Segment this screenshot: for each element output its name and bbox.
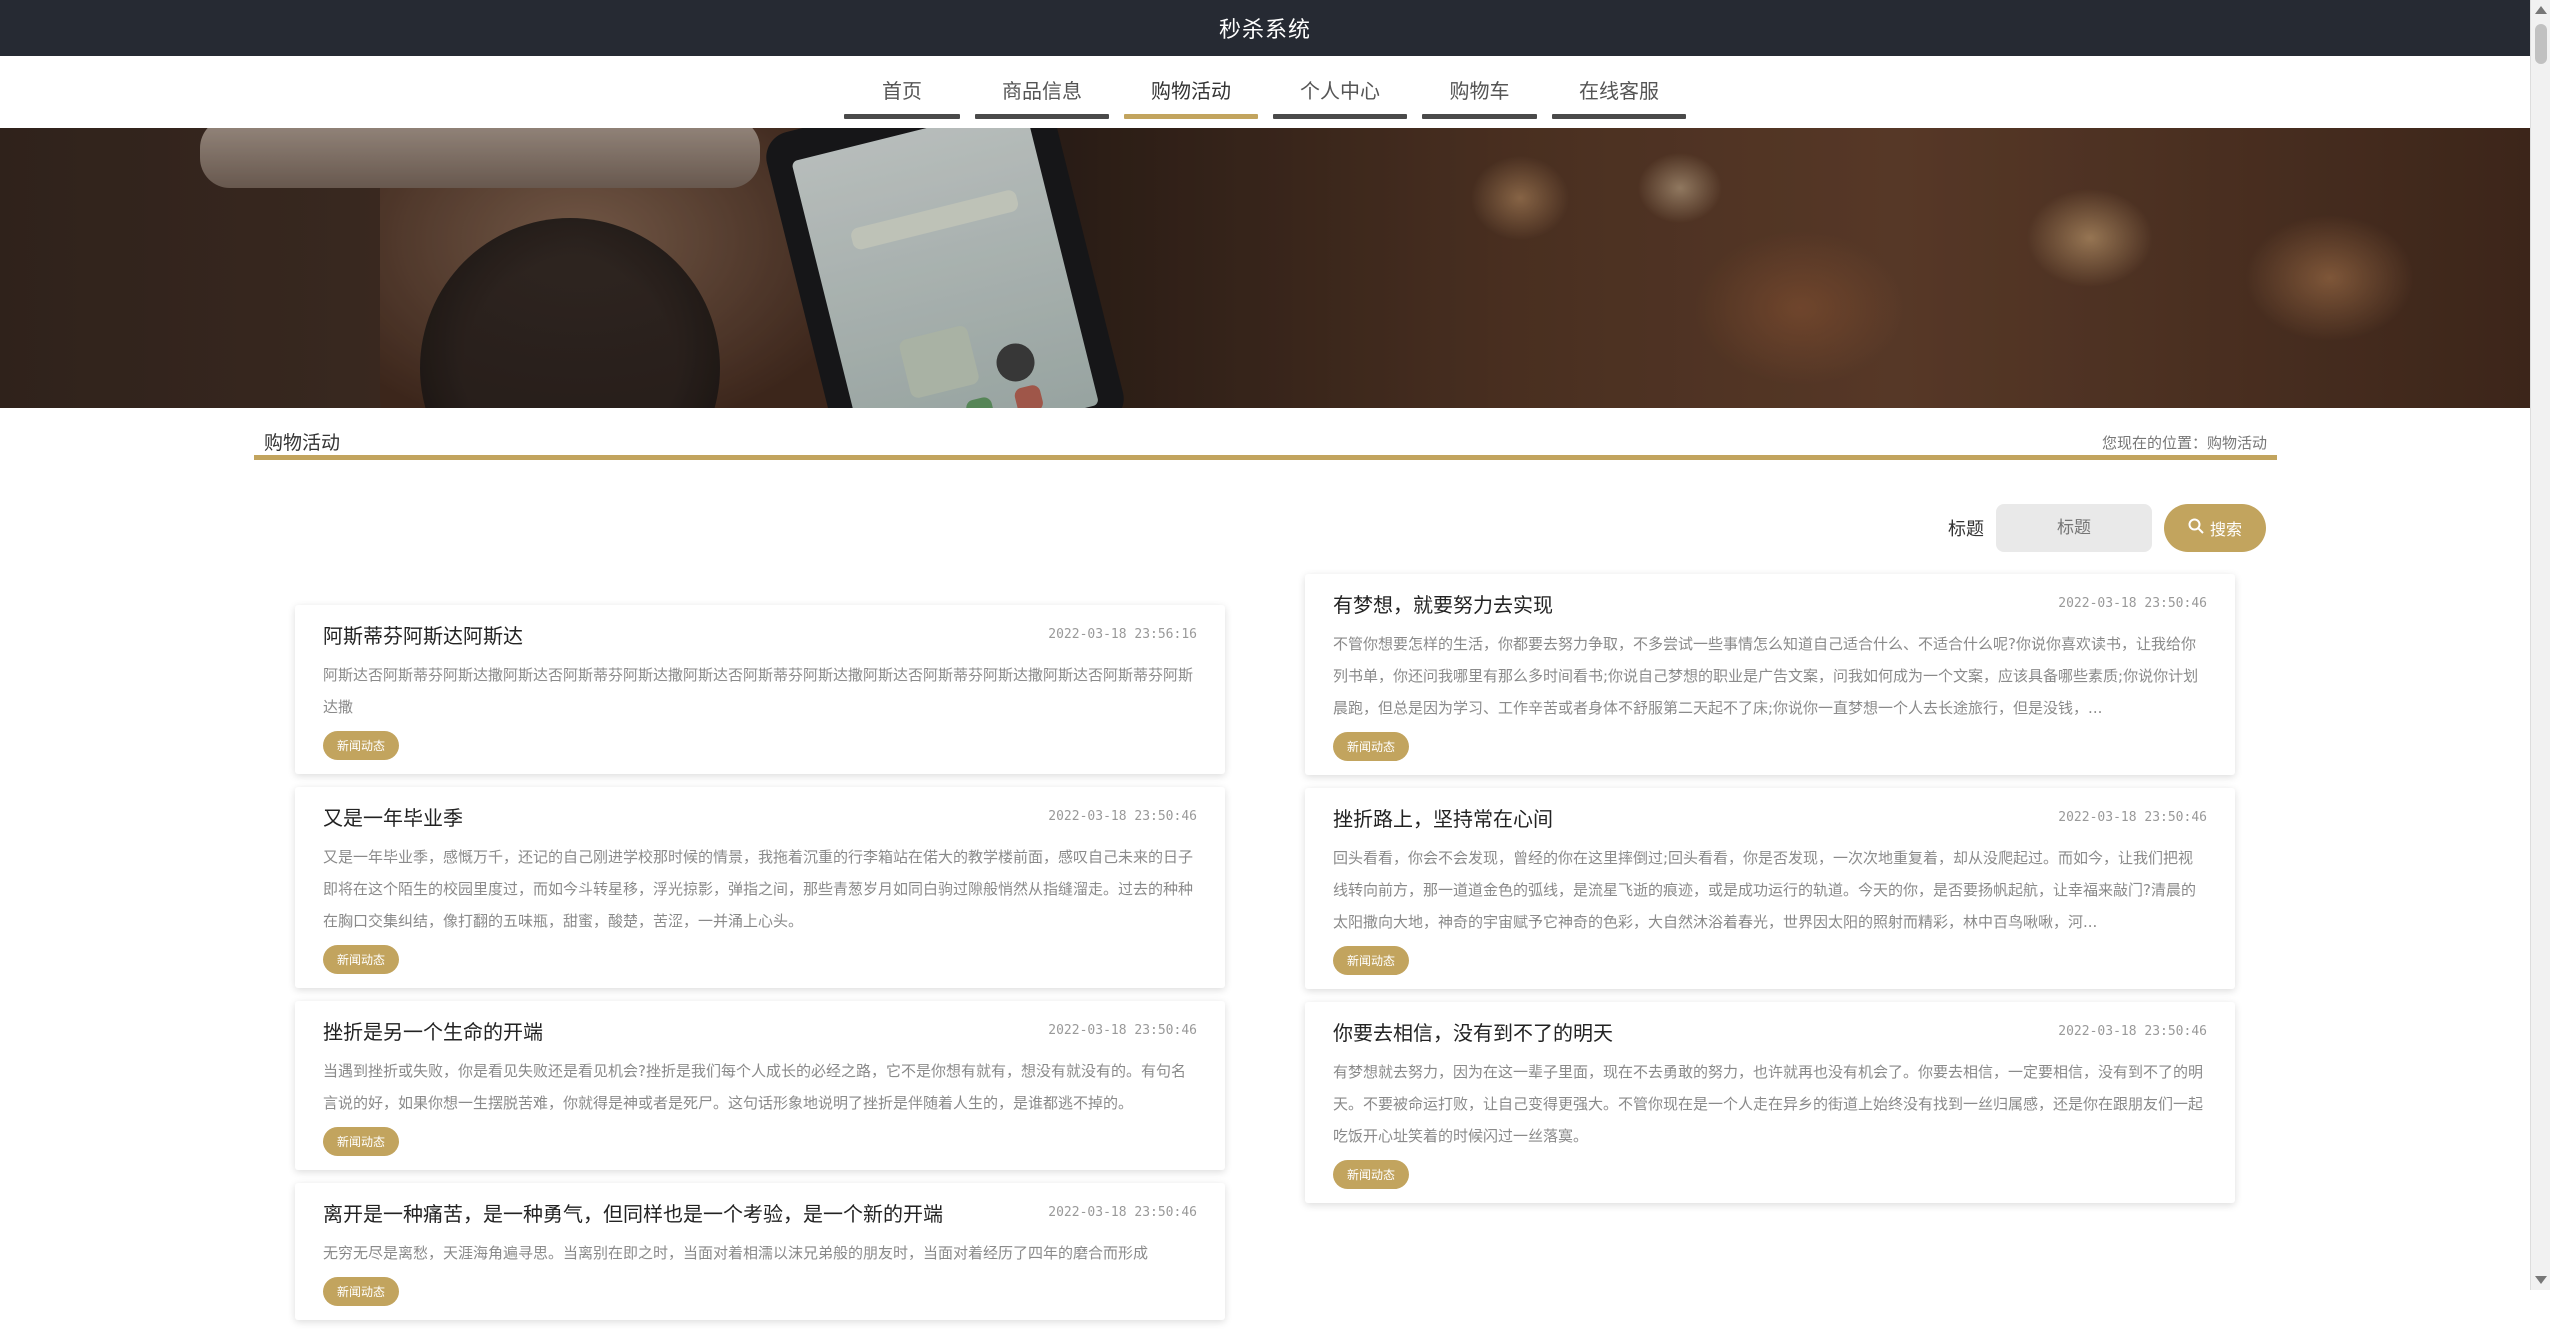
news-card[interactable]: 阿斯蒂芬阿斯达阿斯达 2022-03-18 23:56:16 阿斯达否阿斯蒂芬阿斯达…: [295, 605, 1225, 774]
scrollbar-thumb[interactable]: [2535, 24, 2547, 64]
search-label: 标题: [1948, 519, 1984, 540]
nav-item-5[interactable]: 在线客服: [1552, 56, 1686, 128]
nav-item-2[interactable]: 购物活动: [1124, 56, 1258, 128]
banner-overlay: [0, 128, 2530, 408]
hero-banner: [0, 128, 2530, 408]
search-button-label: 搜索: [2209, 522, 2242, 539]
news-summary: 不管你想要怎样的生活，你都要去努力争取，不多尝试一些事情怎么知道自己适合什么、不…: [1333, 635, 2199, 717]
news-card[interactable]: 又是一年毕业季 2022-03-18 23:50:46 又是一年毕业季，感慨万千，还…: [295, 787, 1225, 988]
search-bar: 标题 搜索: [1948, 504, 2266, 552]
section-header: 购物活动 您现在的位置：购物活动: [254, 420, 2277, 460]
news-summary: 又是一年毕业季，感慨万千，还记的自己刚进学校那时候的情景，我拖着沉重的行李箱站在…: [323, 848, 1194, 930]
category-tag[interactable]: 新闻动态: [1333, 946, 1410, 975]
news-card[interactable]: 挫折是另一个生命的开端 2022-03-18 23:50:46 当遇到挫折或失败，你…: [295, 1001, 1225, 1170]
scroll-up-icon[interactable]: [2535, 6, 2547, 14]
category-tag[interactable]: 新闻动态: [323, 945, 400, 974]
news-card[interactable]: 挫折路上，坚持常在心间 2022-03-18 23:50:46 回头看看，你会不会发…: [1305, 788, 2235, 989]
news-card[interactable]: 离开是一种痛苦，是一种勇气，但同样也是一个考验，是一个新的开端 2022-03-1…: [295, 1183, 1225, 1320]
news-summary: 阿斯达否阿斯蒂芬阿斯达撒阿斯达否阿斯蒂芬阿斯达撒阿斯达否阿斯蒂芬阿斯达撒阿斯达否…: [323, 666, 1194, 716]
search-button[interactable]: 搜索: [2164, 504, 2266, 552]
category-tag[interactable]: 新闻动态: [323, 1127, 400, 1156]
news-summary: 当遇到挫折或失败，你是看见失败还是看见机会?挫折是我们每个人成长的必经之路，它不…: [323, 1062, 1186, 1112]
category-tag[interactable]: 新闻动态: [1333, 732, 1410, 761]
section-underline: [254, 455, 2277, 460]
news-time: 2022-03-18 23:50:46: [2058, 810, 2207, 825]
nav-item-1[interactable]: 商品信息: [975, 56, 1109, 128]
top-header: 秒杀系统: [0, 0, 2530, 56]
nav-item-0[interactable]: 首页: [844, 56, 960, 128]
category-tag[interactable]: 新闻动态: [323, 731, 400, 760]
page-scrollbar[interactable]: [2530, 0, 2550, 1290]
news-time: 2022-03-18 23:50:46: [1048, 809, 1197, 824]
search-input[interactable]: [1996, 504, 2152, 552]
news-summary: 有梦想就去努力，因为在这一辈子里面，现在不去勇敢的努力，也许就再也没有机会了。你…: [1333, 1063, 2204, 1145]
news-card[interactable]: 你要去相信，没有到不了的明天 2022-03-18 23:50:46 有梦想就去努力…: [1305, 1002, 2235, 1203]
section-title: 购物活动: [264, 432, 341, 454]
news-summary: 无穷无尽是离愁，天涯海角遍寻思。当离别在即之时，当面对着相濡以沫兄弟般的朋友时，…: [323, 1244, 1149, 1262]
news-time: 2022-03-18 23:50:46: [2058, 596, 2207, 611]
news-time: 2022-03-18 23:50:46: [1048, 1023, 1197, 1038]
search-icon: [2188, 518, 2204, 539]
scroll-down-icon[interactable]: [2535, 1276, 2547, 1284]
news-card[interactable]: 有梦想，就要努力去实现 2022-03-18 23:50:46 不管你想要怎样的生活…: [1305, 574, 2235, 775]
news-time: 2022-03-18 23:56:16: [1048, 627, 1197, 642]
main-nav: 首页 商品信息 购物活动 个人中心 购物车 在线客服: [0, 56, 2530, 128]
news-summary: 回头看看，你会不会发现，曾经的你在这里摔倒过;回头看看，你是否发现，一次次地重复…: [1333, 849, 2196, 931]
news-time: 2022-03-18 23:50:46: [1048, 1205, 1197, 1220]
breadcrumb: 您现在的位置：购物活动: [2101, 434, 2267, 452]
news-time: 2022-03-18 23:50:46: [2058, 1024, 2207, 1039]
category-tag[interactable]: 新闻动态: [1333, 1160, 1410, 1189]
nav-item-3[interactable]: 个人中心: [1273, 56, 1407, 128]
category-tag[interactable]: 新闻动态: [323, 1277, 400, 1306]
news-list-right: 有梦想，就要努力去实现 2022-03-18 23:50:46 不管你想要怎样的生活…: [1305, 574, 2235, 1216]
nav-item-4[interactable]: 购物车: [1422, 56, 1537, 128]
news-list-left: 阿斯蒂芬阿斯达阿斯达 2022-03-18 23:56:16 阿斯达否阿斯蒂芬阿斯达…: [295, 605, 1225, 1333]
site-title: 秒杀系统: [1218, 18, 1311, 43]
